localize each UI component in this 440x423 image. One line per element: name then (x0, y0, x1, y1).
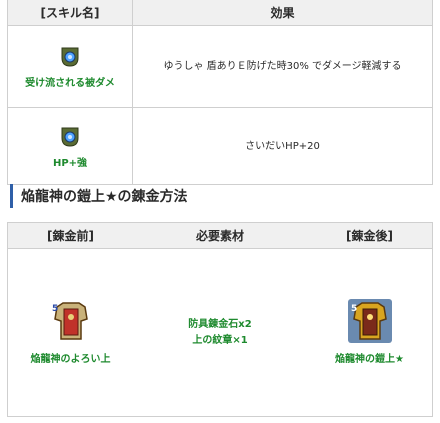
header-materials: 必要素材 (195, 229, 244, 243)
skill-cell: HP+強 (8, 108, 133, 184)
materials-cell: 防具錬金石x2 上の紋章×1 (133, 249, 307, 416)
effect-cell: さいだいHP+20 (245, 140, 320, 152)
material-2[interactable]: 上の紋章×1 (192, 333, 247, 349)
armor-gold-icon: 5 (347, 298, 392, 343)
armor-red-icon: 5 (48, 298, 93, 343)
result-item-name: 焔龍神の鎧上★ (335, 353, 404, 365)
base-item-name: 焔龍神のよろい上 (30, 353, 111, 365)
skill-table: [スキル名] 効果 受け流される被ダメ ゆうしゃ 盾ありＥ防げた時30% でダメ… (7, 0, 433, 185)
skill-orb-icon (61, 127, 79, 147)
material-1[interactable]: 防具錬金石x2 (188, 317, 251, 333)
section-title: 焔龍神の鎧上★の錬金方法 (21, 189, 188, 205)
table-row: 受け流される被ダメ ゆうしゃ 盾ありＥ防げた時30% でダメージ軽減する (8, 26, 432, 108)
section-accent-bar (10, 184, 13, 208)
effect-cell: ゆうしゃ 盾ありＥ防げた時30% でダメージ軽減する (163, 61, 402, 72)
result-item[interactable]: 5 焔龍神の鎧上★ (307, 249, 432, 416)
header-base: [錬金前] (47, 229, 94, 243)
skill-cell: 受け流される被ダメ (8, 26, 133, 107)
svg-text:5: 5 (52, 304, 58, 314)
recipe-table: [錬金前] 必要素材 [錬金後] 5 焔龍神のよろい上 防具錬金石x2 上の紋章… (7, 222, 433, 417)
svg-text:5: 5 (351, 304, 357, 314)
table-row: HP+強 さいだいHP+20 (8, 108, 432, 184)
header-result: [錬金後] (346, 229, 393, 243)
base-item[interactable]: 5 焔龍神のよろい上 (8, 249, 133, 416)
section-heading: 焔龍神の鎧上★の錬金方法 (10, 183, 188, 209)
skill-name: 受け流される被ダメ (25, 78, 115, 89)
header-effect: 効果 (270, 6, 295, 20)
recipe-row: 5 焔龍神のよろい上 防具錬金石x2 上の紋章×1 5 焔龍神の鎧上★ (8, 249, 432, 416)
skill-orb-icon (61, 47, 79, 67)
skill-table-header: [スキル名] 効果 (8, 0, 432, 26)
header-skill: [スキル名] (8, 0, 133, 25)
recipe-table-header: [錬金前] 必要素材 [錬金後] (8, 223, 432, 249)
skill-name: HP+強 (52, 157, 88, 169)
